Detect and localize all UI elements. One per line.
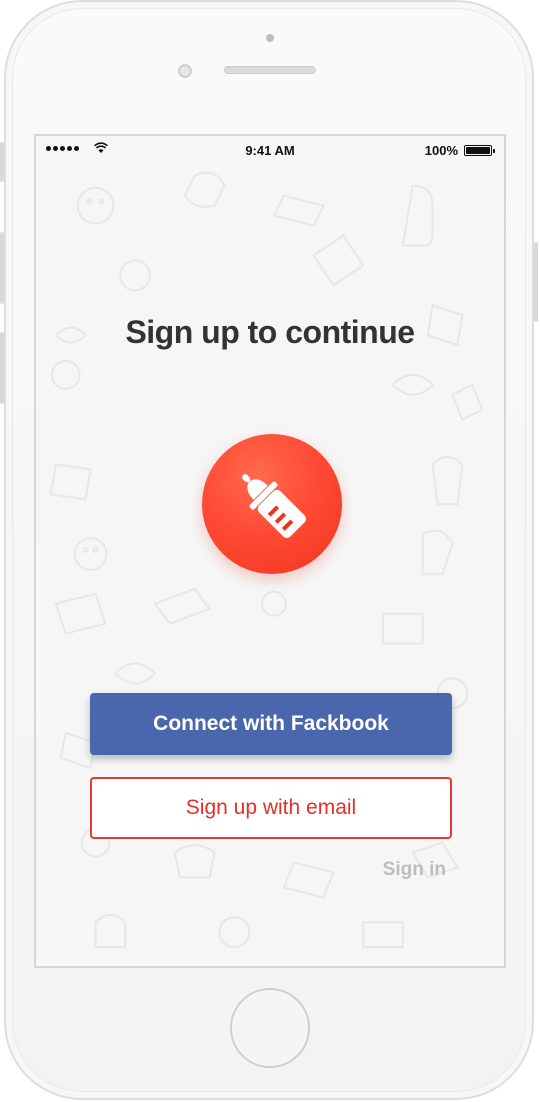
proximity-sensor xyxy=(266,34,274,42)
volume-up-button xyxy=(0,232,4,304)
connect-facebook-button[interactable]: Connect with Fackbook xyxy=(90,693,452,755)
app-screen: 9:41 AM 100% Sign up to continue Connect… xyxy=(34,134,506,968)
battery-icon xyxy=(464,145,495,156)
baby-bottle-icon xyxy=(242,474,306,538)
sign-in-link[interactable]: Sign in xyxy=(383,859,446,881)
volume-down-button xyxy=(0,332,4,404)
front-camera xyxy=(178,64,192,78)
status-bar: 9:41 AM 100% xyxy=(36,136,504,166)
page-title: Sign up to continue xyxy=(125,314,415,350)
mute-switch xyxy=(0,142,4,182)
sign-up-email-button[interactable]: Sign up with email xyxy=(90,777,452,839)
power-button xyxy=(534,242,538,322)
earpiece-speaker xyxy=(224,66,316,74)
app-logo xyxy=(202,434,342,574)
battery-percent: 100% xyxy=(424,143,458,158)
home-button[interactable] xyxy=(230,988,310,1068)
